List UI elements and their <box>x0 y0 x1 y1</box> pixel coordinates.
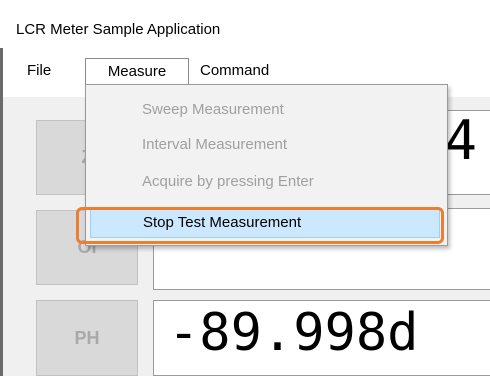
ph-button[interactable]: PH <box>36 300 138 376</box>
phase-value: -89.998d <box>168 303 419 363</box>
menu-measure[interactable]: Measure <box>85 58 189 84</box>
menu-item-interval-measurement[interactable]: Interval Measurement <box>86 130 447 160</box>
menu-file[interactable]: File <box>21 58 67 84</box>
title-bar: LCR Meter Sample Application <box>0 0 490 48</box>
highlight-outline <box>76 207 444 244</box>
ph-button-label: PH <box>74 327 100 348</box>
phase-display: -89.998d <box>153 300 490 376</box>
menu-item-acquire-by-pressing-enter[interactable]: Acquire by pressing Enter <box>86 167 447 197</box>
window-title: LCR Meter Sample Application <box>16 21 221 38</box>
menu-item-sweep-measurement[interactable]: Sweep Measurement <box>86 95 447 125</box>
menu-command[interactable]: Command <box>194 58 300 84</box>
